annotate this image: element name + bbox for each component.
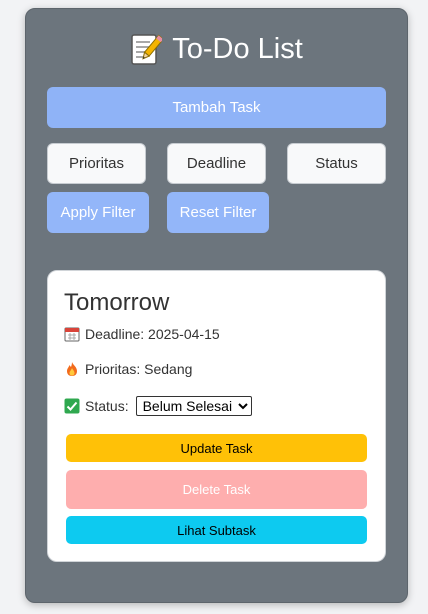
status-select[interactable]: Belum Selesai [135, 396, 252, 416]
task-priority: Prioritas: Sedang [64, 360, 192, 378]
update-task-button[interactable]: Update Task [66, 434, 367, 462]
task-status: Status: Belum Selesai [64, 396, 252, 416]
page-title: To-Do List [26, 29, 407, 69]
todo-app-panel: To-Do List Tambah Task Prioritas Deadlin… [25, 8, 408, 603]
check-mark-icon [64, 398, 80, 414]
task-deadline-text: Deadline: 2025-04-15 [85, 326, 220, 342]
app-title-text: To-Do List [172, 33, 303, 65]
task-card: Tomorrow Deadline: 2025-04-15 Prioritas:… [47, 270, 386, 562]
task-deadline: Deadline: 2025-04-15 [64, 325, 220, 343]
task-title: Tomorrow [64, 289, 170, 316]
task-status-label: Status: [85, 398, 129, 414]
memo-icon [130, 32, 165, 66]
add-task-button[interactable]: Tambah Task [47, 87, 386, 128]
calendar-icon [64, 326, 80, 342]
fire-icon [64, 361, 80, 377]
reset-filter-button[interactable]: Reset Filter [167, 192, 269, 233]
view-subtask-button[interactable]: Lihat Subtask [66, 516, 367, 544]
filter-status-button[interactable]: Status [287, 143, 386, 184]
filter-priority-button[interactable]: Prioritas [47, 143, 146, 184]
task-priority-text: Prioritas: Sedang [85, 361, 193, 377]
filter-deadline-button[interactable]: Deadline [167, 143, 266, 184]
delete-task-button[interactable]: Delete Task [66, 470, 367, 509]
apply-filter-button[interactable]: Apply Filter [47, 192, 149, 233]
